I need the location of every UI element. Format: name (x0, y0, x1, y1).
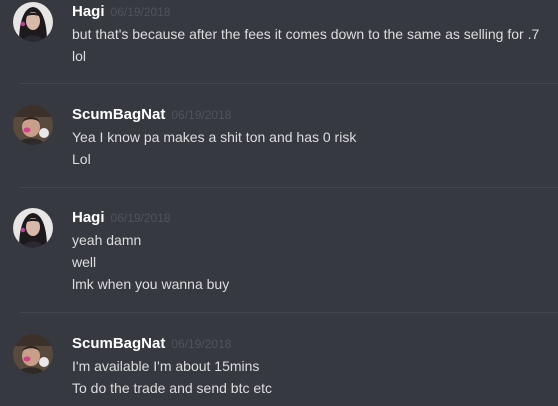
user-avatar[interactable] (13, 105, 53, 145)
message-text: lmk when you wanna buy (72, 276, 230, 292)
message-text: Lol (72, 151, 91, 167)
message-text: but that's because after the fees it com… (72, 26, 540, 42)
message-text: well (72, 254, 97, 270)
message-divider (20, 312, 558, 313)
message-header: ScumBagNat 06/19/2018 (72, 105, 231, 125)
message-header: Hagi 06/19/2018 (72, 208, 171, 228)
user-avatar[interactable] (13, 2, 53, 42)
message-text: lol (72, 48, 87, 64)
timestamp: 06/19/2018 (110, 211, 171, 225)
timestamp: 06/19/2018 (171, 108, 232, 122)
message-text: I'm available I'm about 15mins (72, 358, 260, 374)
message-header: ScumBagNat 06/19/2018 (72, 334, 231, 354)
timestamp: 06/19/2018 (110, 5, 171, 19)
message-text: yeah damn (72, 232, 142, 248)
user-avatar[interactable] (13, 334, 53, 374)
username[interactable]: ScumBagNat (72, 106, 165, 123)
message-divider (20, 187, 558, 188)
message-text: To do the trade and send btc etc (72, 380, 273, 396)
username[interactable]: Hagi (72, 209, 105, 226)
message-divider (20, 83, 558, 84)
message-header: Hagi 06/19/2018 (72, 2, 171, 22)
timestamp: 06/19/2018 (171, 337, 232, 351)
message-text: Yea I know pa makes a shit ton and has 0… (72, 129, 357, 145)
username[interactable]: Hagi (72, 3, 105, 20)
user-avatar[interactable] (13, 208, 53, 248)
username[interactable]: ScumBagNat (72, 335, 165, 352)
